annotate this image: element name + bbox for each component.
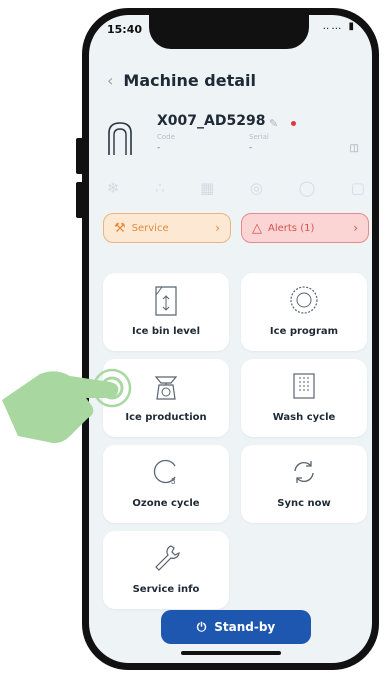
phone-frame: 15:40 ‥… ▮ ‹ Machine detail X007_AD5298 … <box>82 8 379 670</box>
tile-label: Ice program <box>269 326 339 337</box>
pointing-hand-icon <box>2 368 132 444</box>
chevron-right-icon: › <box>215 221 220 235</box>
svg-text:3: 3 <box>171 477 176 486</box>
signal-wifi-battery-icon: ‥… ▮ <box>322 21 356 32</box>
machine-info: X007_AD5298 ✎ Code - Serial - ◫ <box>107 113 365 173</box>
ozone-icon: ◯ <box>298 179 316 197</box>
power-icon: ⏻ <box>196 619 207 634</box>
status-time: 15:40 <box>107 23 143 36</box>
machine-icon <box>108 122 132 155</box>
alerts-label: Alerts (1) <box>268 222 315 234</box>
tools-icon: ⚒ <box>114 220 126 236</box>
tile-sync-now[interactable]: Sync now <box>241 445 367 523</box>
ice-program-icon <box>290 286 318 314</box>
bin-icon: ▦ <box>200 179 215 197</box>
header: ‹ Machine detail <box>107 71 256 90</box>
alerts-button[interactable]: △ Alerts (1) › <box>241 213 369 243</box>
chevron-right-icon: › <box>353 221 358 235</box>
status-dot <box>291 121 296 126</box>
manual-icon[interactable]: ◫ <box>350 143 359 154</box>
tile-service-info[interactable]: Service info <box>103 531 229 609</box>
tile-wash-cycle[interactable]: Wash cycle <box>241 359 367 437</box>
snowflake-icon: ❄ <box>107 179 120 197</box>
xd-icon: ◎ <box>249 179 263 197</box>
tile-label: Sync now <box>277 498 331 509</box>
ozone-icon: 3 <box>153 459 176 486</box>
tile-ice-bin-level[interactable]: Ice bin level <box>103 273 229 351</box>
notch <box>149 15 309 49</box>
machine-name: X007_AD5298 <box>157 113 266 129</box>
code-label: Code <box>157 133 175 141</box>
bell-icon: △ <box>252 220 262 236</box>
ice-cubes-icon: ∴ <box>155 179 165 197</box>
scale-icon <box>154 376 178 400</box>
wrench-icon <box>155 545 180 571</box>
pencil-icon[interactable]: ✎ <box>269 117 278 130</box>
wash-icon <box>293 373 315 399</box>
service-button[interactable]: ⚒ Service › <box>103 213 231 243</box>
standby-button[interactable]: ⏻ Stand-by <box>161 610 311 644</box>
tile-label: Service info <box>132 584 200 595</box>
sync-icon <box>294 461 314 483</box>
back-button[interactable]: ‹ <box>107 71 113 90</box>
serial-label: Serial <box>249 133 269 141</box>
tile-ice-program[interactable]: Ice program <box>241 273 367 351</box>
tile-ozone-cycle[interactable]: 3 Ozone cycle <box>103 445 229 523</box>
ice-bin-icon <box>155 286 177 316</box>
serial-value: - <box>249 143 253 153</box>
tile-label: Ozone cycle <box>132 498 200 509</box>
status-icon-row: ❄ ∴ ▦ ◎ ◯ ▢ <box>107 179 365 197</box>
tile-label: Ice bin level <box>131 326 201 337</box>
page-title: Machine detail <box>123 71 257 90</box>
service-label: Service <box>131 222 169 234</box>
app-screen: 15:40 ‥… ▮ ‹ Machine detail X007_AD5298 … <box>89 15 372 663</box>
code-value: - <box>157 143 161 153</box>
home-indicator <box>181 651 281 655</box>
alarm-icon: ▢ <box>350 179 365 197</box>
tile-label: Wash cycle <box>272 412 336 423</box>
standby-label: Stand-by <box>214 620 276 634</box>
